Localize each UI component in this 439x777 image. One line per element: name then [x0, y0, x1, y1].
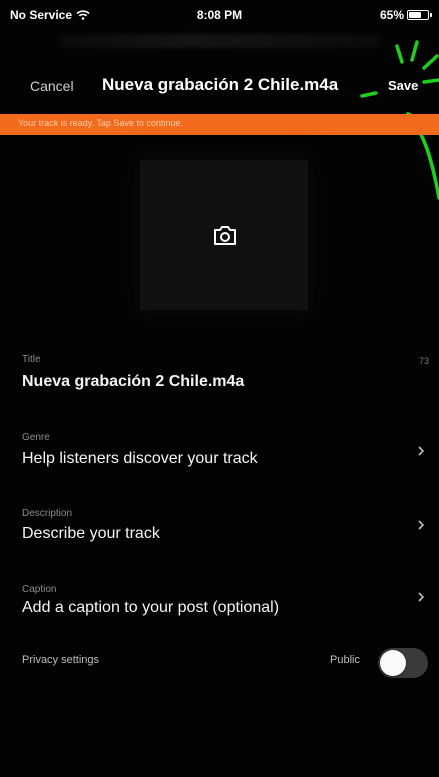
nav-bar: Cancel Nueva grabación 2 Chile.m4a Save: [0, 58, 439, 110]
page-title: Nueva grabación 2 Chile.m4a: [102, 75, 339, 94]
title-label: Title: [22, 354, 41, 365]
battery-fill: [409, 12, 421, 18]
status-bar: No Service 8:08 PM 65%: [0, 0, 439, 30]
toggle-knob: [380, 650, 406, 676]
privacy-toggle[interactable]: [378, 648, 428, 678]
status-right: 65%: [379, 8, 432, 22]
chevron-right-icon: [418, 520, 425, 530]
battery-percent: 65%: [379, 8, 404, 22]
chevron-right-icon: [418, 446, 425, 456]
status-time: 8:08 PM: [196, 8, 243, 22]
upload-screen: No Service 8:08 PM 65% Cancel Nueva grab…: [0, 0, 439, 777]
camera-icon: [214, 226, 236, 245]
caption-placeholder: Add a caption to your post (optional): [22, 599, 280, 616]
artwork-upload-button[interactable]: [140, 160, 308, 310]
title-value: Nueva grabación 2 Chile.m4a: [22, 373, 245, 390]
chevron-right-icon: [418, 592, 425, 602]
genre-placeholder: Help listeners discover your track: [22, 450, 258, 467]
blurred-header-strip: [60, 34, 380, 48]
privacy-settings-row: Privacy settings Public: [0, 648, 439, 678]
genre-field[interactable]: Genre Help listeners discover your track: [0, 428, 439, 476]
public-label: Public: [330, 654, 360, 666]
title-field[interactable]: Title 73 Nueva grabación 2 Chile.m4a: [0, 350, 439, 398]
caption-label: Caption: [22, 584, 57, 595]
title-char-count: 73: [418, 356, 429, 366]
privacy-label: Privacy settings: [22, 654, 100, 666]
cancel-button[interactable]: Cancel: [30, 78, 74, 94]
banner-text: Your track is ready. Tap Save to continu…: [18, 118, 183, 128]
save-button[interactable]: Save: [388, 78, 418, 93]
status-banner: Your track is ready. Tap Save to continu…: [0, 114, 439, 135]
description-placeholder: Describe your track: [22, 525, 160, 542]
genre-label: Genre: [22, 432, 50, 443]
battery-nub: [430, 13, 432, 17]
description-field[interactable]: Description Describe your track: [0, 504, 439, 552]
description-label: Description: [22, 508, 73, 519]
battery-icon: [407, 10, 432, 20]
caption-field[interactable]: Caption Add a caption to your post (opti…: [0, 580, 439, 628]
